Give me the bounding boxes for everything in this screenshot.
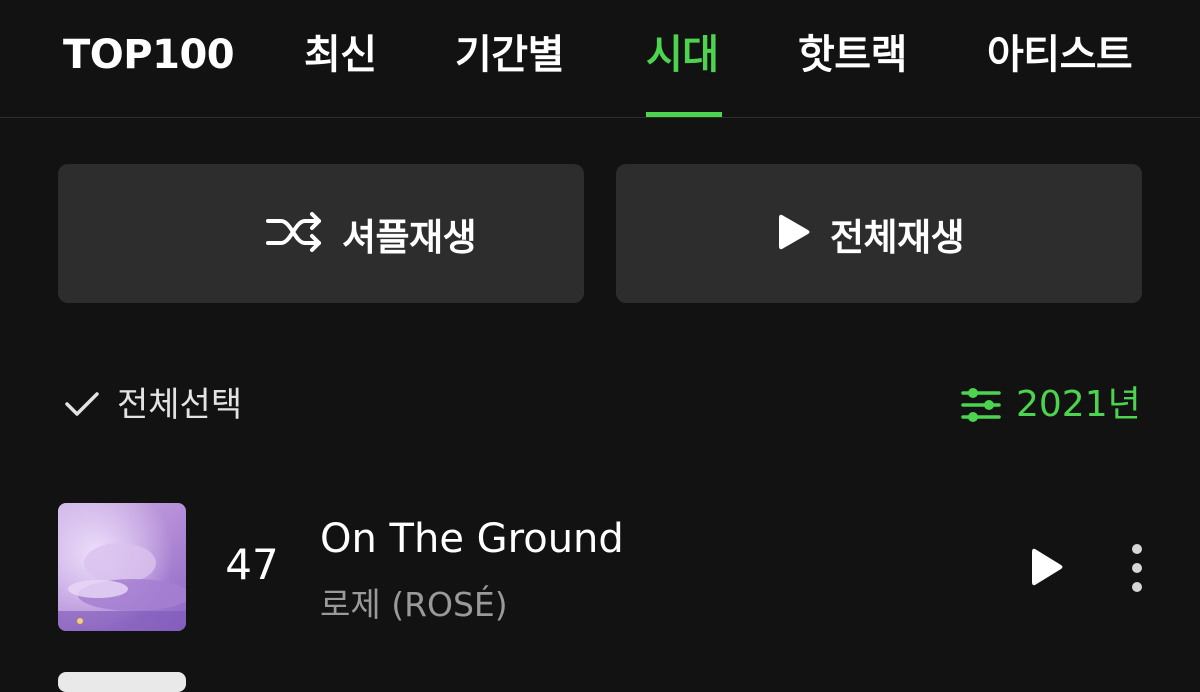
year-label: 2021년 [1016, 384, 1141, 425]
play-icon [777, 212, 811, 256]
tab-artist[interactable]: 아티스트 [987, 26, 1133, 84]
tab-hot-track[interactable]: 핫트랙 [798, 26, 907, 84]
song-row[interactable]: 47 On The Ground 로제 (ROSÉ) [0, 498, 1200, 638]
play-song-button[interactable] [1030, 546, 1064, 592]
shuffle-play-label: 셔플재생 [342, 215, 477, 259]
play-all-button[interactable]: 전체재생 [616, 164, 1142, 303]
play-all-label: 전체재생 [830, 215, 965, 259]
more-dot [1132, 582, 1142, 592]
song-title[interactable]: On The Ground [320, 516, 624, 562]
more-dot [1132, 563, 1142, 573]
sliders-icon [960, 385, 1002, 429]
next-album-art[interactable] [58, 672, 186, 692]
shuffle-play-button[interactable]: 셔플재생 [58, 164, 584, 303]
checkmark-icon [64, 389, 100, 423]
song-artist[interactable]: 로제 (ROSÉ) [320, 578, 508, 626]
select-all-label: 전체선택 [117, 385, 243, 425]
tab-top100[interactable]: TOP100 [63, 26, 235, 84]
year-filter-button[interactable]: 2021년 [960, 380, 1141, 430]
tab-by-period[interactable]: 기간별 [455, 26, 564, 84]
tab-era[interactable]: 시대 [646, 26, 719, 84]
category-tab-bar: TOP100 최신 기간별 시대 핫트랙 아티스트 [0, 0, 1200, 118]
play-icon [1030, 548, 1064, 592]
tab-latest[interactable]: 최신 [304, 26, 377, 84]
more-dot [1132, 544, 1142, 554]
chart-rank: 47 [225, 540, 279, 589]
shuffle-icon [265, 211, 323, 256]
active-tab-indicator [646, 112, 722, 117]
more-options-button[interactable] [1126, 544, 1148, 592]
album-art[interactable] [58, 503, 186, 631]
